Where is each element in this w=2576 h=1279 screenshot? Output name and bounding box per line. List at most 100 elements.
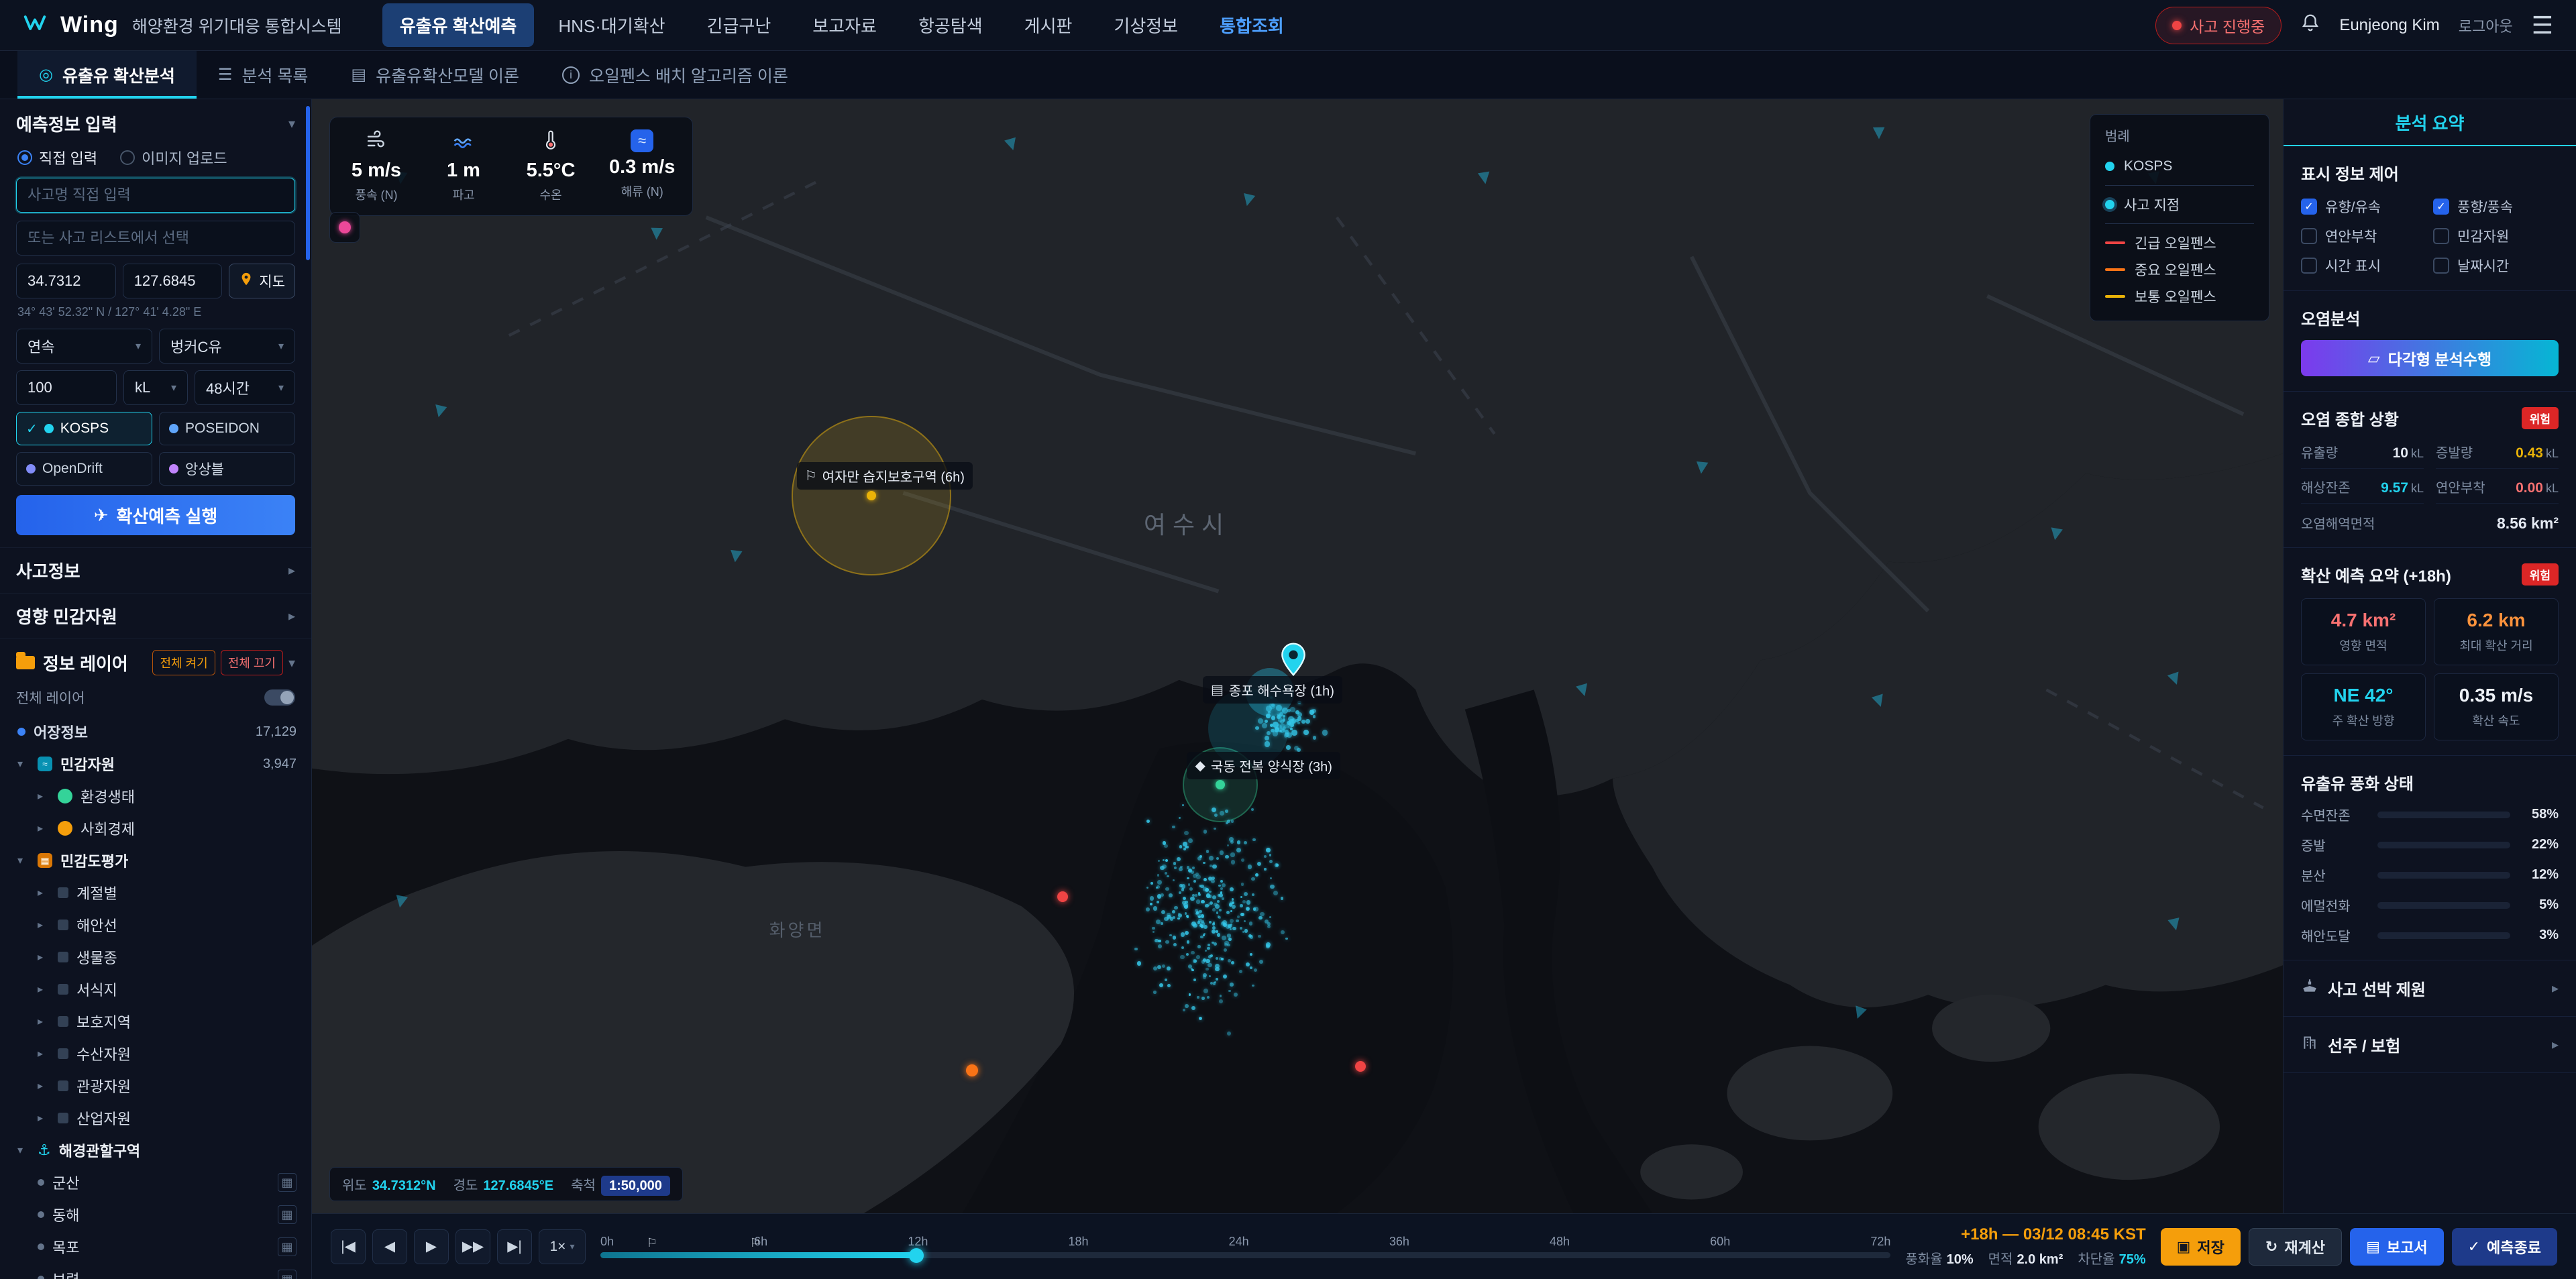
accident-info-section[interactable]: 사고정보 ▸ xyxy=(0,548,311,594)
checkbox-sensitive[interactable]: ✓민감자원 xyxy=(2433,226,2559,246)
menu-icon[interactable]: ☰ xyxy=(2532,11,2553,40)
nav-item-board[interactable]: 게시판 xyxy=(1007,3,1090,47)
fence-endpoint[interactable] xyxy=(1355,1061,1366,1072)
latitude-input[interactable] xyxy=(16,264,116,298)
nav-item-hns[interactable]: HNS·대기확산 xyxy=(541,3,682,47)
timeline-bookmark-icon[interactable]: ⚐ xyxy=(750,1236,761,1250)
accident-list-input[interactable] xyxy=(16,221,295,256)
radio-image-upload[interactable]: 이미지 업로드 xyxy=(120,147,227,168)
layer-row-industry[interactable]: ▸산업자원 xyxy=(12,1102,302,1134)
chevron-right-icon: ▸ xyxy=(38,1079,50,1093)
layer-row-mokpo[interactable]: 목포▦ xyxy=(12,1231,302,1263)
nav-item-rescue[interactable]: 긴급구난 xyxy=(690,3,789,47)
report-button[interactable]: ▤보고서 xyxy=(2350,1228,2444,1266)
run-prediction-button[interactable]: ✈ 확산예측 실행 xyxy=(16,495,295,535)
layer-row-habitat[interactable]: ▸서식지 xyxy=(12,973,302,1005)
model-chip-opendrift[interactable]: OpenDrift xyxy=(16,452,152,486)
checkbox-datetime[interactable]: ✓날짜시간 xyxy=(2433,256,2559,276)
oil-type-select[interactable]: 벙커C유▾ xyxy=(159,329,295,364)
polygon-analysis-button[interactable]: ▱ 다각형 분석수행 xyxy=(2301,340,2559,376)
tab-model-theory[interactable]: ▤ 유출유확산모델 이론 xyxy=(329,51,541,99)
step-back-button[interactable]: ◀ xyxy=(372,1229,407,1264)
fence-endpoint[interactable] xyxy=(1057,891,1068,902)
checkbox-time[interactable]: ✓시간 표시 xyxy=(2301,256,2426,276)
layer-row-boryeong[interactable]: 보령▦ xyxy=(12,1263,302,1279)
nav-item-oil-spill[interactable]: 유출유 확산예측 xyxy=(382,3,535,47)
stat-shore-adhesion: 연안부착0.00kL xyxy=(2436,477,2559,504)
fast-forward-button[interactable]: ▶▶ xyxy=(455,1229,490,1264)
layer-row-fishery[interactable]: 어장정보 17,129 xyxy=(12,716,302,748)
alert-dot-icon xyxy=(2172,21,2182,30)
pollution-status-section: 오염 종합 상황위험 유출량10kL 증발량0.43kL 해상잔존9.57kL … xyxy=(2284,392,2576,548)
top-navbar: Wing 해양환경 위기대응 통합시스템 유출유 확산예측 HNS·대기확산 긴… xyxy=(0,0,2576,51)
impacted-resources-section[interactable]: 영향 민감자원 ▸ xyxy=(0,594,311,639)
incident-location-pin[interactable] xyxy=(1280,643,1307,681)
prediction-input-header[interactable]: 예측정보 입력 ▾ xyxy=(16,111,295,136)
layer-row-protected-area[interactable]: ▸보호지역 xyxy=(12,1005,302,1038)
region-map-icon[interactable]: ▦ xyxy=(278,1173,297,1192)
region-map-icon[interactable]: ▦ xyxy=(278,1205,297,1224)
speed-select[interactable]: 1×▾ xyxy=(539,1229,586,1264)
recalculate-button[interactable]: ↻재계산 xyxy=(2249,1228,2342,1266)
nav-item-weather[interactable]: 기상정보 xyxy=(1096,3,1195,47)
layer-row-eco[interactable]: ▸ 환경생태 xyxy=(12,780,302,812)
save-button[interactable]: ▣저장 xyxy=(2161,1228,2241,1266)
chevron-right-icon: ▸ xyxy=(2552,980,2559,997)
ship-spec-section[interactable]: 사고 선박 제원 ▸ xyxy=(2284,960,2576,1017)
region-map-icon[interactable]: ▦ xyxy=(278,1270,297,1279)
layer-row-tourism[interactable]: ▸관광자원 xyxy=(12,1070,302,1102)
model-dot-icon xyxy=(26,464,36,474)
layer-row-species[interactable]: ▸생물종 xyxy=(12,941,302,973)
model-chip-poseidon[interactable]: POSEIDON xyxy=(159,412,295,445)
layer-row-sensitive[interactable]: ▾ ≈ 민감자원 3,947 xyxy=(12,748,302,780)
checkbox-shoreline[interactable]: ✓연안부착 xyxy=(2301,226,2426,246)
tab-diffusion-analysis[interactable]: ◎ 유출유 확산분석 xyxy=(17,51,197,99)
accident-name-input[interactable] xyxy=(16,178,295,213)
map-style-button[interactable] xyxy=(329,212,360,243)
checkbox-wind[interactable]: ✓풍향/풍속 xyxy=(2433,197,2559,217)
sub-tabbar: ◎ 유출유 확산분석 ☰ 분석 목록 ▤ 유출유확산모델 이론 i 오일펜스 배… xyxy=(0,51,2576,99)
layer-row-seasonal[interactable]: ▸계절별 xyxy=(12,877,302,909)
spill-amount-input[interactable] xyxy=(16,370,117,405)
end-prediction-button[interactable]: ✓예측종료 xyxy=(2452,1228,2557,1266)
nav-item-aerial-search[interactable]: 항공탐색 xyxy=(901,3,1000,47)
spill-mode-select[interactable]: 연속▾ xyxy=(16,329,152,364)
timeline-slider[interactable]: ⚐⚐ xyxy=(600,1252,1890,1258)
checkbox-current[interactable]: ✓유향/유속 xyxy=(2301,197,2426,217)
pick-on-map-button[interactable]: 지도 xyxy=(229,264,295,298)
layer-row-sensitivity-eval[interactable]: ▾ ▦ 민감도평가 xyxy=(12,844,302,877)
timeline-bookmark-icon[interactable]: ⚐ xyxy=(647,1236,657,1250)
region-map-icon[interactable]: ▦ xyxy=(278,1237,297,1256)
sidebar-scrollbar[interactable] xyxy=(306,106,310,260)
all-layers-toggle[interactable] xyxy=(264,689,295,706)
tab-boom-algorithm-theory[interactable]: i 오일펜스 배치 알고리즘 이론 xyxy=(541,51,810,99)
incident-status-badge[interactable]: 사고 진행중 xyxy=(2155,7,2282,44)
model-chip-kosps[interactable]: ✓KOSPS xyxy=(16,412,152,445)
model-chip-ensemble[interactable]: 앙상블 xyxy=(159,452,295,486)
risk-badge: 위험 xyxy=(2522,563,2559,586)
unit-select[interactable]: kL▾ xyxy=(123,370,188,405)
skip-end-button[interactable]: ▶| xyxy=(497,1229,532,1264)
layer-row-coastguard[interactable]: ▾ ⚓ 해경관할구역 xyxy=(12,1134,302,1166)
radio-direct-input[interactable]: 직접 입력 xyxy=(17,147,97,168)
longitude-input[interactable] xyxy=(123,264,223,298)
fence-endpoint[interactable] xyxy=(966,1064,978,1076)
play-button[interactable]: ▶ xyxy=(414,1229,449,1264)
layer-row-socioeconomic[interactable]: ▸ 사회경제 xyxy=(12,812,302,844)
layer-row-coastline[interactable]: ▸해안선 xyxy=(12,909,302,941)
layer-row-fishery-resource[interactable]: ▸수산자원 xyxy=(12,1038,302,1070)
tab-analysis-list[interactable]: ☰ 분석 목록 xyxy=(197,51,329,99)
logout-link[interactable]: 로그아웃 xyxy=(2459,15,2513,36)
layer-row-gunsan[interactable]: 군산▦ xyxy=(12,1166,302,1199)
skip-start-button[interactable]: |◀ xyxy=(331,1229,366,1264)
layer-row-donghae[interactable]: 동해▦ xyxy=(12,1199,302,1231)
all-layers-on-button[interactable]: 전체 켜기 xyxy=(152,650,215,675)
owner-insurance-section[interactable]: 선주 / 보험 ▸ xyxy=(2284,1017,2576,1073)
timeline-handle[interactable] xyxy=(909,1248,924,1263)
notification-bell-icon[interactable] xyxy=(2300,13,2320,38)
nav-item-integrated-search[interactable]: 통합조회 xyxy=(1202,3,1301,47)
duration-select[interactable]: 48시간▾ xyxy=(195,370,295,405)
map-canvas[interactable]: ▼▼▼▼▼▼▼▼▼▼▼▼▼▼▼▼▼ xyxy=(312,99,2283,1213)
all-layers-off-button[interactable]: 전체 끄기 xyxy=(221,650,283,675)
nav-item-reports[interactable]: 보고자료 xyxy=(795,3,894,47)
